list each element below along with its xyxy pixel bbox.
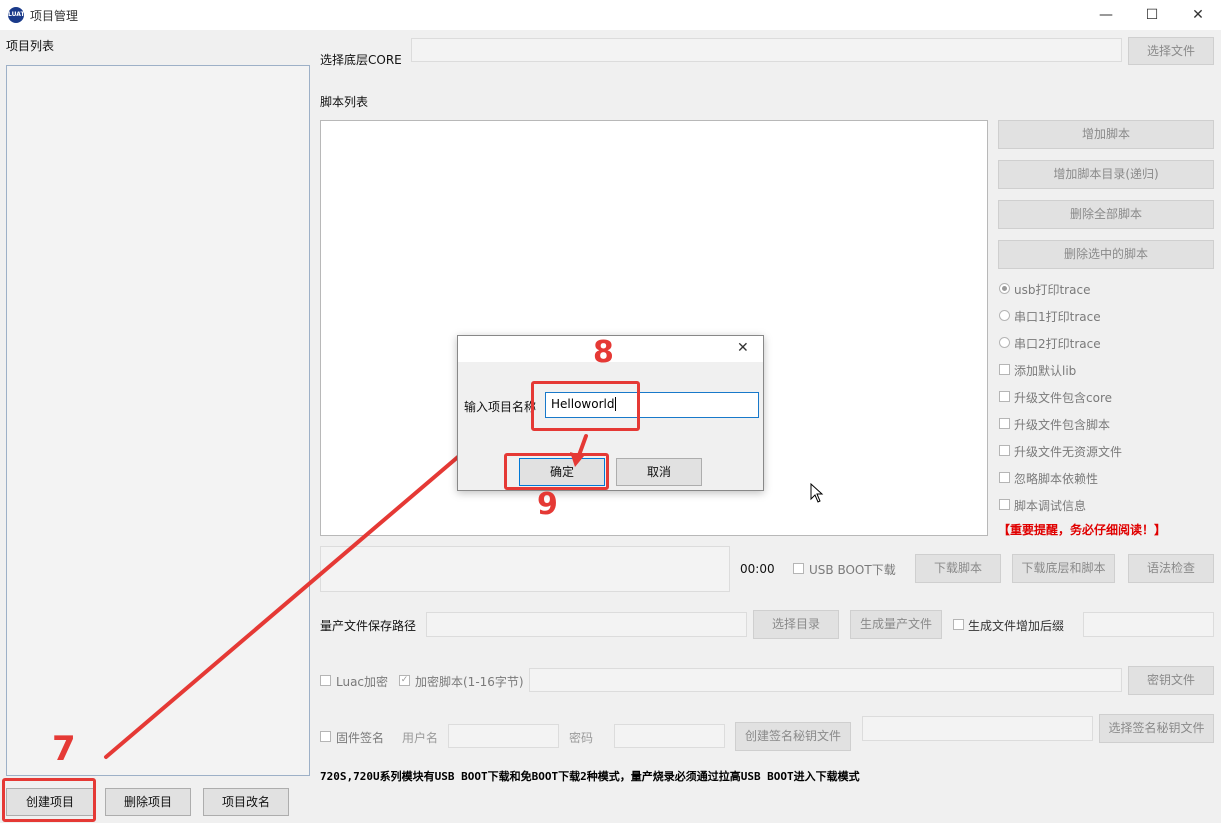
annotation-arrow-layer-2 (570, 434, 588, 467)
arrow-to-ok-head (570, 452, 584, 467)
